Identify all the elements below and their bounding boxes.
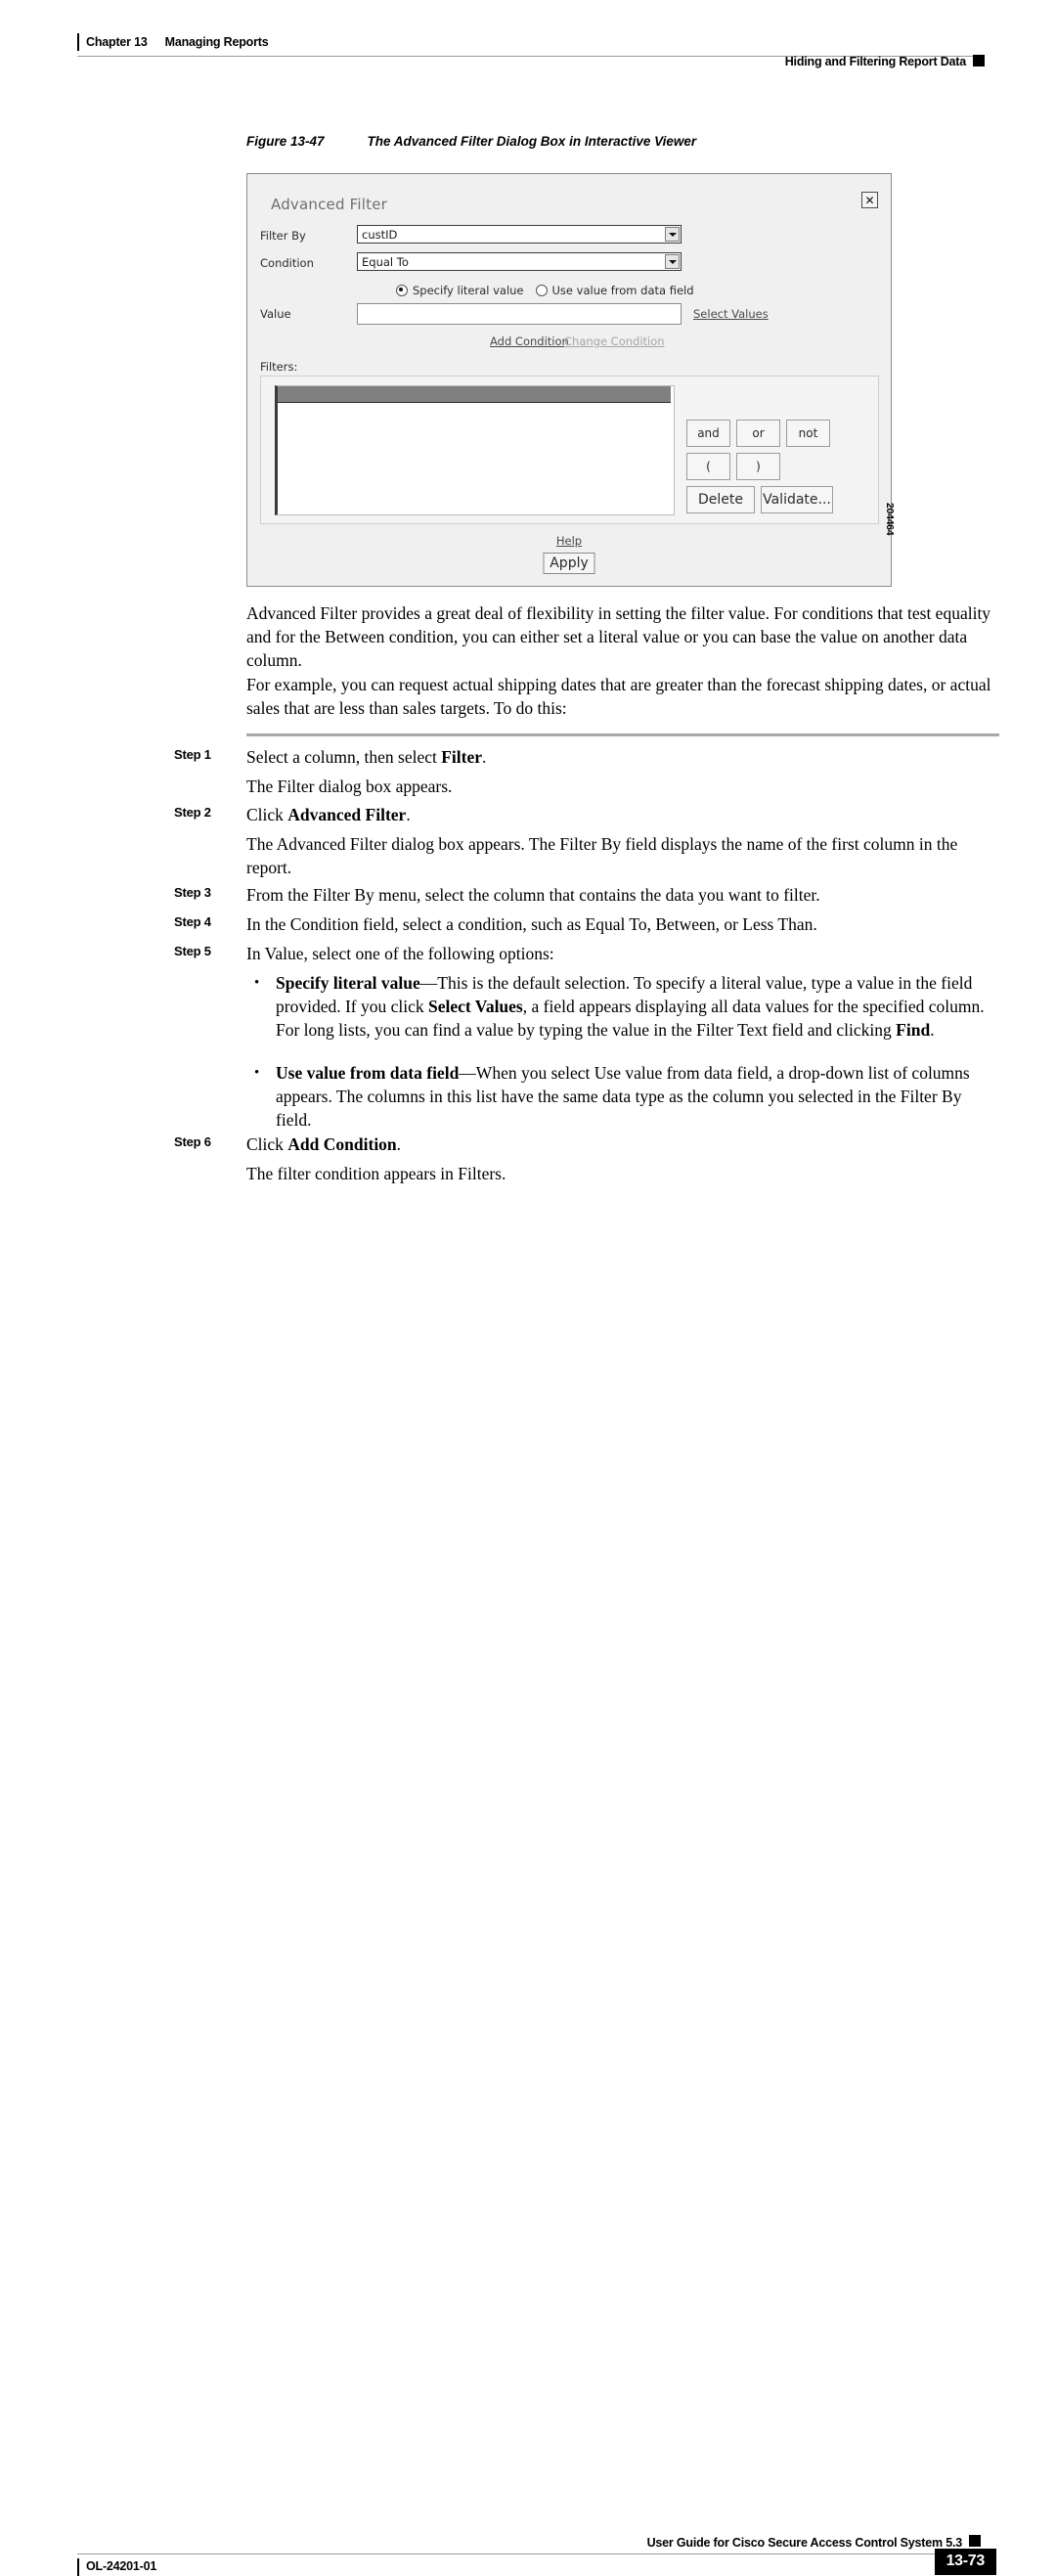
footer-doc-id: OL-24201-01 bbox=[86, 2559, 157, 2573]
value-mode-radio-group: Specify literal value Use value from dat… bbox=[396, 284, 694, 297]
step-text-note-2: The Advanced Filter dialog box appears. … bbox=[246, 834, 958, 878]
radio-specify-literal-value[interactable]: Specify literal value bbox=[396, 284, 524, 297]
step-label-5: Step 5 bbox=[174, 944, 211, 958]
header-section-title: Hiding and Filtering Report Data bbox=[784, 55, 966, 68]
filters-list-header bbox=[278, 386, 671, 403]
intro-paragraph-1: Advanced Filter provides a great deal of… bbox=[246, 603, 991, 671]
page-footer: User Guide for Cisco Secure Access Contr… bbox=[0, 1249, 1056, 2576]
figure-graphic-id: 204464 bbox=[884, 503, 896, 536]
operator-close-paren-button[interactable]: ) bbox=[736, 453, 780, 480]
figure-number: Figure 13-47 bbox=[246, 134, 325, 149]
add-condition-link[interactable]: Add Condition bbox=[490, 334, 569, 348]
bullet-text: Use value from data field—When you selec… bbox=[276, 1063, 970, 1131]
step-text-5: In Value, select one of the following op… bbox=[246, 944, 554, 963]
select-values-link[interactable]: Select Values bbox=[693, 307, 769, 321]
advanced-filter-dialog: Advanced Filter ✕ Filter By custID Condi… bbox=[246, 173, 892, 587]
header-chapter-title: Managing Reports bbox=[164, 35, 269, 49]
header-left-tick bbox=[77, 33, 79, 51]
intro-paragraph-2: For example, you can request actual ship… bbox=[246, 675, 991, 719]
bullet-item-use-value-from-data-field: • Use value from data field—When you sel… bbox=[252, 1061, 1001, 1133]
step-text-1: Select a column, then select Filter. bbox=[246, 747, 487, 767]
filters-panel: and or not ( ) Delete Validate... bbox=[260, 376, 879, 524]
dialog-title: Advanced Filter bbox=[271, 196, 388, 213]
chevron-down-icon[interactable] bbox=[665, 227, 680, 242]
footer-left-tick bbox=[77, 2558, 79, 2576]
filter-by-select[interactable]: custID bbox=[357, 225, 682, 244]
close-icon[interactable]: ✕ bbox=[861, 192, 878, 208]
apply-button[interactable]: Apply bbox=[543, 553, 595, 574]
step-label-3: Step 3 bbox=[174, 885, 211, 900]
filters-label: Filters: bbox=[260, 360, 298, 374]
bullet-text: Specify literal value—This is the defaul… bbox=[276, 973, 985, 1041]
bullet-item-specify-literal-value: • Specify literal value—This is the defa… bbox=[252, 971, 1001, 1043]
validate-button[interactable]: Validate... bbox=[761, 486, 833, 513]
condition-select[interactable]: Equal To bbox=[357, 252, 682, 271]
operator-open-paren-button[interactable]: ( bbox=[686, 453, 730, 480]
delete-button[interactable]: Delete bbox=[686, 486, 755, 513]
change-condition-link: Change Condition bbox=[564, 334, 665, 348]
condition-value: Equal To bbox=[362, 255, 409, 269]
operator-not-button[interactable]: not bbox=[786, 420, 830, 447]
radio-selected-icon bbox=[396, 285, 408, 296]
step-label-6: Step 6 bbox=[174, 1134, 211, 1149]
filter-by-label: Filter By bbox=[260, 229, 306, 243]
steps-divider-rule bbox=[246, 733, 999, 736]
radio-specify-literal-value-label: Specify literal value bbox=[413, 284, 524, 297]
radio-use-value-from-data-field[interactable]: Use value from data field bbox=[535, 284, 694, 297]
radio-use-value-from-data-field-label: Use value from data field bbox=[551, 284, 694, 297]
step-label-4: Step 4 bbox=[174, 914, 211, 929]
footer-guide-title: User Guide for Cisco Secure Access Contr… bbox=[646, 2536, 963, 2550]
condition-label: Condition bbox=[260, 256, 314, 270]
step-text-note-6: The filter condition appears in Filters. bbox=[246, 1164, 506, 1183]
step-text-4: In the Condition field, select a conditi… bbox=[246, 914, 817, 934]
footer-page-number: 13-73 bbox=[934, 2549, 996, 2575]
value-label: Value bbox=[260, 307, 291, 321]
step-label-1: Step 1 bbox=[174, 747, 211, 762]
header-chapter: Chapter 13 Managing Reports bbox=[86, 35, 269, 49]
header-chapter-number: Chapter 13 bbox=[86, 35, 148, 49]
operator-and-button[interactable]: and bbox=[686, 420, 730, 447]
bullet-marker: • bbox=[254, 1065, 260, 1081]
figure-caption: Figure 13-47 The Advanced Filter Dialog B… bbox=[246, 134, 696, 149]
step-text-2: Click Advanced Filter. bbox=[246, 805, 411, 824]
figure-title: The Advanced Filter Dialog Box in Intera… bbox=[367, 134, 697, 149]
step-label-2: Step 2 bbox=[174, 805, 211, 820]
footer-right-square bbox=[969, 2535, 981, 2547]
help-link[interactable]: Help bbox=[556, 534, 582, 548]
value-input[interactable] bbox=[357, 303, 682, 325]
step-text-3: From the Filter By menu, select the colu… bbox=[246, 885, 820, 905]
filters-list[interactable] bbox=[275, 385, 675, 515]
page-header: Chapter 13 Managing Reports Hiding and Fi… bbox=[0, 0, 1056, 78]
bullet-marker: • bbox=[254, 975, 260, 991]
header-right-square bbox=[973, 55, 985, 67]
radio-unselected-icon bbox=[535, 285, 548, 296]
step-text-note-1: The Filter dialog box appears. bbox=[246, 777, 453, 796]
operator-or-button[interactable]: or bbox=[736, 420, 780, 447]
figure-graphic: Advanced Filter ✕ Filter By custID Condi… bbox=[246, 173, 919, 589]
chevron-down-icon[interactable] bbox=[665, 254, 680, 269]
step-text-6: Click Add Condition. bbox=[246, 1134, 402, 1154]
filter-by-value: custID bbox=[362, 228, 398, 242]
